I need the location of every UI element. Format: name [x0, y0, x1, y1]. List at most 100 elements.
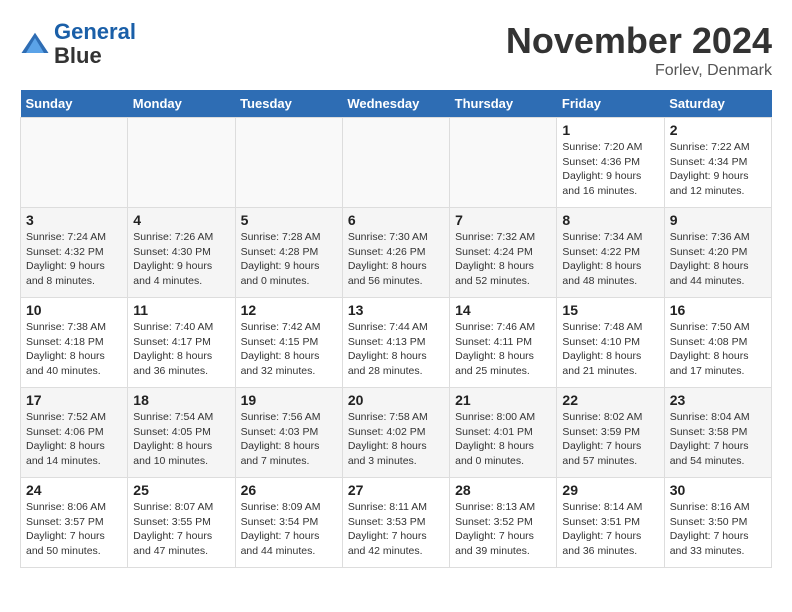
day-number: 18 — [133, 392, 229, 408]
day-info: Sunrise: 7:36 AM Sunset: 4:20 PM Dayligh… — [670, 230, 766, 289]
day-number: 14 — [455, 302, 551, 318]
calendar-cell: 14 Sunrise: 7:46 AM Sunset: 4:11 PM Dayli… — [450, 298, 557, 388]
month-title: November 2024 — [506, 20, 772, 62]
day-info: Sunrise: 7:58 AM Sunset: 4:02 PM Dayligh… — [348, 410, 444, 469]
calendar-cell: 13 Sunrise: 7:44 AM Sunset: 4:13 PM Dayli… — [342, 298, 449, 388]
day-info: Sunrise: 8:11 AM Sunset: 3:53 PM Dayligh… — [348, 500, 444, 559]
day-number: 3 — [26, 212, 122, 228]
day-number: 5 — [241, 212, 337, 228]
calendar-cell: 17 Sunrise: 7:52 AM Sunset: 4:06 PM Dayli… — [21, 388, 128, 478]
calendar-cell: 21Sunrise: 8:00 AM Sunset: 4:01 PM Dayli… — [450, 388, 557, 478]
day-info: Sunrise: 7:32 AM Sunset: 4:24 PM Dayligh… — [455, 230, 551, 289]
day-info: Sunrise: 8:16 AM Sunset: 3:50 PM Dayligh… — [670, 500, 766, 559]
day-info: Sunrise: 7:34 AM Sunset: 4:22 PM Dayligh… — [562, 230, 658, 289]
day-number: 11 — [133, 302, 229, 318]
day-info: Sunrise: 7:46 AM Sunset: 4:11 PM Dayligh… — [455, 320, 551, 379]
day-info: Sunrise: 7:24 AM Sunset: 4:32 PM Dayligh… — [26, 230, 122, 289]
calendar-cell: 4Sunrise: 7:26 AM Sunset: 4:30 PM Daylig… — [128, 208, 235, 298]
day-number: 13 — [348, 302, 444, 318]
calendar-cell: 9 Sunrise: 7:36 AM Sunset: 4:20 PM Daylig… — [664, 208, 771, 298]
day-info: Sunrise: 7:20 AM Sunset: 4:36 PM Dayligh… — [562, 140, 658, 199]
calendar-cell: 30 Sunrise: 8:16 AM Sunset: 3:50 PM Dayli… — [664, 478, 771, 568]
day-info: Sunrise: 7:30 AM Sunset: 4:26 PM Dayligh… — [348, 230, 444, 289]
weekday-header-monday: Monday — [128, 90, 235, 118]
calendar-cell: 11 Sunrise: 7:40 AM Sunset: 4:17 PM Dayli… — [128, 298, 235, 388]
calendar-cell: 1Sunrise: 7:20 AM Sunset: 4:36 PM Daylig… — [557, 118, 664, 208]
calendar-cell: 27 Sunrise: 8:11 AM Sunset: 3:53 PM Dayli… — [342, 478, 449, 568]
week-row-3: 10 Sunrise: 7:38 AM Sunset: 4:18 PM Dayli… — [21, 298, 772, 388]
day-info: Sunrise: 8:09 AM Sunset: 3:54 PM Dayligh… — [241, 500, 337, 559]
day-number: 25 — [133, 482, 229, 498]
calendar-cell: 6 Sunrise: 7:30 AM Sunset: 4:26 PM Daylig… — [342, 208, 449, 298]
day-info: Sunrise: 8:13 AM Sunset: 3:52 PM Dayligh… — [455, 500, 551, 559]
day-number: 8 — [562, 212, 658, 228]
weekday-header-sunday: Sunday — [21, 90, 128, 118]
logo-text: General Blue — [54, 20, 136, 68]
calendar-cell — [235, 118, 342, 208]
calendar-cell: 16 Sunrise: 7:50 AM Sunset: 4:08 PM Dayli… — [664, 298, 771, 388]
calendar-cell: 12 Sunrise: 7:42 AM Sunset: 4:15 PM Dayli… — [235, 298, 342, 388]
weekday-header-thursday: Thursday — [450, 90, 557, 118]
logo-icon — [20, 29, 50, 59]
day-info: Sunrise: 7:28 AM Sunset: 4:28 PM Dayligh… — [241, 230, 337, 289]
day-number: 10 — [26, 302, 122, 318]
calendar-cell: 24Sunrise: 8:06 AM Sunset: 3:57 PM Dayli… — [21, 478, 128, 568]
calendar-cell: 15Sunrise: 7:48 AM Sunset: 4:10 PM Dayli… — [557, 298, 664, 388]
day-number: 30 — [670, 482, 766, 498]
calendar-cell — [128, 118, 235, 208]
day-info: Sunrise: 8:07 AM Sunset: 3:55 PM Dayligh… — [133, 500, 229, 559]
day-info: Sunrise: 7:50 AM Sunset: 4:08 PM Dayligh… — [670, 320, 766, 379]
day-info: Sunrise: 8:06 AM Sunset: 3:57 PM Dayligh… — [26, 500, 122, 559]
title-area: November 2024 Forlev, Denmark — [506, 20, 772, 80]
calendar-cell: 29Sunrise: 8:14 AM Sunset: 3:51 PM Dayli… — [557, 478, 664, 568]
day-number: 16 — [670, 302, 766, 318]
weekday-header-saturday: Saturday — [664, 90, 771, 118]
calendar-cell: 28 Sunrise: 8:13 AM Sunset: 3:52 PM Dayli… — [450, 478, 557, 568]
calendar-cell: 8 Sunrise: 7:34 AM Sunset: 4:22 PM Daylig… — [557, 208, 664, 298]
page-header: General Blue November 2024 Forlev, Denma… — [20, 20, 772, 80]
day-number: 12 — [241, 302, 337, 318]
calendar-table: SundayMondayTuesdayWednesdayThursdayFrid… — [20, 90, 772, 568]
day-number: 17 — [26, 392, 122, 408]
calendar-cell: 10 Sunrise: 7:38 AM Sunset: 4:18 PM Dayli… — [21, 298, 128, 388]
weekday-header-wednesday: Wednesday — [342, 90, 449, 118]
calendar-cell: 7 Sunrise: 7:32 AM Sunset: 4:24 PM Daylig… — [450, 208, 557, 298]
day-number: 15 — [562, 302, 658, 318]
day-info: Sunrise: 7:56 AM Sunset: 4:03 PM Dayligh… — [241, 410, 337, 469]
day-number: 23 — [670, 392, 766, 408]
day-number: 27 — [348, 482, 444, 498]
week-row-1: 1Sunrise: 7:20 AM Sunset: 4:36 PM Daylig… — [21, 118, 772, 208]
day-info: Sunrise: 7:22 AM Sunset: 4:34 PM Dayligh… — [670, 140, 766, 199]
calendar-cell — [450, 118, 557, 208]
calendar-cell: 2Sunrise: 7:22 AM Sunset: 4:34 PM Daylig… — [664, 118, 771, 208]
day-info: Sunrise: 7:44 AM Sunset: 4:13 PM Dayligh… — [348, 320, 444, 379]
calendar-cell: 3 Sunrise: 7:24 AM Sunset: 4:32 PM Daylig… — [21, 208, 128, 298]
calendar-cell — [21, 118, 128, 208]
logo: General Blue — [20, 20, 136, 68]
day-number: 21 — [455, 392, 551, 408]
day-number: 6 — [348, 212, 444, 228]
day-number: 19 — [241, 392, 337, 408]
day-number: 29 — [562, 482, 658, 498]
day-info: Sunrise: 7:42 AM Sunset: 4:15 PM Dayligh… — [241, 320, 337, 379]
week-row-2: 3 Sunrise: 7:24 AM Sunset: 4:32 PM Daylig… — [21, 208, 772, 298]
day-number: 28 — [455, 482, 551, 498]
calendar-cell: 25 Sunrise: 8:07 AM Sunset: 3:55 PM Dayli… — [128, 478, 235, 568]
day-number: 22 — [562, 392, 658, 408]
day-info: Sunrise: 7:52 AM Sunset: 4:06 PM Dayligh… — [26, 410, 122, 469]
day-number: 7 — [455, 212, 551, 228]
calendar-cell — [342, 118, 449, 208]
day-info: Sunrise: 8:04 AM Sunset: 3:58 PM Dayligh… — [670, 410, 766, 469]
day-info: Sunrise: 7:38 AM Sunset: 4:18 PM Dayligh… — [26, 320, 122, 379]
day-info: Sunrise: 7:54 AM Sunset: 4:05 PM Dayligh… — [133, 410, 229, 469]
day-number: 20 — [348, 392, 444, 408]
week-row-4: 17 Sunrise: 7:52 AM Sunset: 4:06 PM Dayli… — [21, 388, 772, 478]
weekday-header-row: SundayMondayTuesdayWednesdayThursdayFrid… — [21, 90, 772, 118]
weekday-header-tuesday: Tuesday — [235, 90, 342, 118]
weekday-header-friday: Friday — [557, 90, 664, 118]
day-info: Sunrise: 8:02 AM Sunset: 3:59 PM Dayligh… — [562, 410, 658, 469]
calendar-cell: 22 Sunrise: 8:02 AM Sunset: 3:59 PM Dayli… — [557, 388, 664, 478]
day-number: 9 — [670, 212, 766, 228]
calendar-cell: 26Sunrise: 8:09 AM Sunset: 3:54 PM Dayli… — [235, 478, 342, 568]
day-info: Sunrise: 7:40 AM Sunset: 4:17 PM Dayligh… — [133, 320, 229, 379]
